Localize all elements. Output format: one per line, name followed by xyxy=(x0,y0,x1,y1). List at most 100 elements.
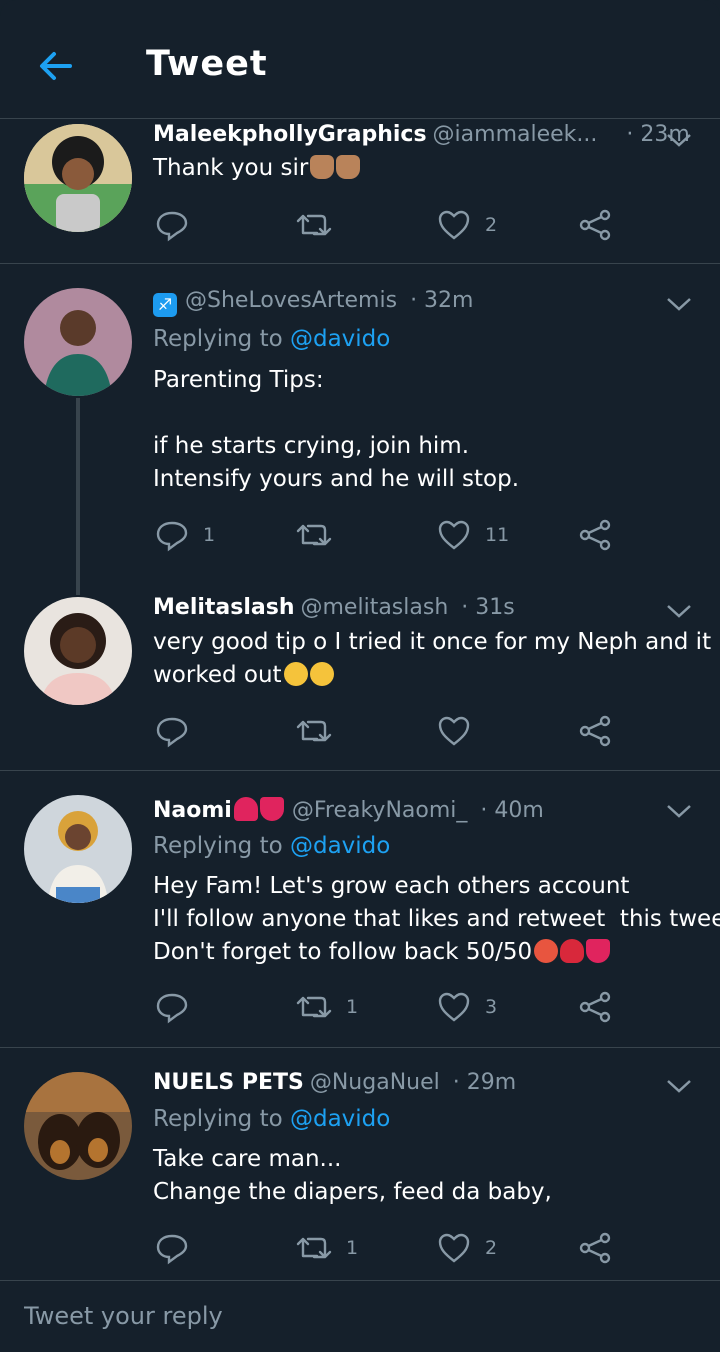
tweet-actions: 1 11 xyxy=(0,515,720,555)
like-button[interactable]: 11 xyxy=(437,515,509,555)
tweet-item[interactable]: NUELS PETS @NugaNuel · 29m Replying to @d… xyxy=(0,1048,720,1279)
reply-button[interactable] xyxy=(155,205,203,245)
grinning-sweat-emoji xyxy=(309,662,334,686)
avatar[interactable] xyxy=(24,795,132,903)
retweet-button[interactable] xyxy=(296,515,346,555)
retweet-icon xyxy=(296,996,332,1018)
author-name[interactable]: NUELS PETS xyxy=(153,1070,304,1095)
tweet-text: Thank you sir xyxy=(153,152,361,185)
tweet-meta: NUELS PETS @NugaNuel · 29m xyxy=(153,1070,516,1095)
avatar[interactable] xyxy=(24,1072,132,1180)
caret-down-icon[interactable] xyxy=(664,601,694,621)
reply-button[interactable]: 1 xyxy=(155,515,215,555)
author-handle[interactable]: @SheLovesArtemis xyxy=(185,288,397,313)
caret-down-icon[interactable] xyxy=(664,294,694,314)
author-handle[interactable]: @NugaNuel xyxy=(310,1070,440,1095)
like-count: 2 xyxy=(485,214,498,236)
share-icon xyxy=(579,519,611,551)
share-icon xyxy=(579,1232,611,1264)
tweet-item[interactable]: ♐ @SheLovesArtemis · 32m Replying to @dav… xyxy=(0,264,720,595)
tweet-text: Take care man... Change the diapers, fee… xyxy=(153,1146,552,1205)
author-handle[interactable]: @FreakyNaomi_ xyxy=(292,798,468,823)
reply-input[interactable] xyxy=(22,1293,686,1339)
tweet-text: Parenting Tips: if he starts crying, joi… xyxy=(153,367,520,492)
tweet-time: · 29m xyxy=(452,1070,517,1095)
reply-button[interactable] xyxy=(155,987,203,1027)
replying-to: Replying to @davido xyxy=(153,833,391,859)
sagittarius-icon: ♐ xyxy=(153,293,177,317)
tweet-meta: ♐ @SheLovesArtemis · 32m xyxy=(153,288,473,317)
like-icon xyxy=(438,992,470,1022)
like-icon xyxy=(438,716,470,746)
tweet-item[interactable]: Melitaslash @melitaslash · 31s very good … xyxy=(0,579,720,770)
retweet-count: 1 xyxy=(346,1237,359,1259)
reply-icon xyxy=(156,521,188,552)
mention-link[interactable]: @davido xyxy=(290,326,390,352)
reply-icon xyxy=(156,1234,188,1265)
two-hearts-emoji xyxy=(233,797,258,821)
mention-link[interactable]: @davido xyxy=(290,1106,390,1132)
tweet-actions: 1 2 xyxy=(0,1228,720,1268)
like-count: 3 xyxy=(485,996,498,1018)
app-header: Tweet xyxy=(0,0,720,119)
tweet-time: · 31s xyxy=(461,595,515,620)
caret-down-icon[interactable] xyxy=(664,1076,694,1096)
share-button[interactable] xyxy=(578,711,612,751)
tweet-actions xyxy=(0,711,720,751)
tweet-item[interactable]: Naomi @FreakyNaomi_ · 40m Replying to @da… xyxy=(0,771,720,1047)
like-button[interactable]: 3 xyxy=(437,987,497,1027)
like-icon xyxy=(438,210,470,240)
avatar[interactable] xyxy=(24,597,132,705)
folded-hands-emoji xyxy=(336,155,361,179)
like-count: 2 xyxy=(485,1237,498,1259)
like-button[interactable]: 2 xyxy=(437,205,497,245)
tweet-time: · 32m xyxy=(410,288,474,313)
retweet-icon xyxy=(296,1237,332,1259)
caret-down-icon[interactable] xyxy=(664,130,694,150)
author-name[interactable]: Melitaslash xyxy=(153,595,295,620)
reply-button[interactable] xyxy=(155,1228,203,1268)
retweet-button[interactable] xyxy=(296,205,346,245)
like-button[interactable]: 2 xyxy=(437,1228,497,1268)
share-button[interactable] xyxy=(578,1228,612,1268)
author-handle[interactable]: @iammaleek... xyxy=(433,122,598,147)
thread-line xyxy=(76,398,80,595)
author-name[interactable]: Naomi xyxy=(153,798,232,823)
replying-to: Replying to @davido xyxy=(153,1106,391,1132)
share-button[interactable] xyxy=(578,515,612,555)
share-button[interactable] xyxy=(578,987,612,1027)
kiss-mark-emoji xyxy=(560,939,585,963)
tweet-meta: Melitaslash @melitaslash · 31s xyxy=(153,595,515,620)
author-name[interactable]: MaleekphollyGraphics xyxy=(153,122,427,147)
share-button[interactable] xyxy=(578,205,612,245)
retweet-icon xyxy=(296,524,332,546)
tweet-meta: Naomi @FreakyNaomi_ · 40m xyxy=(153,797,544,823)
tweet-item[interactable]: MaleekphollyGraphics @iammaleek... · 23m … xyxy=(0,118,720,263)
tongue-emoji xyxy=(259,797,284,821)
back-arrow-icon[interactable] xyxy=(36,46,76,86)
retweet-count: 1 xyxy=(346,996,359,1018)
tongue-emoji xyxy=(586,939,611,963)
share-icon xyxy=(579,715,611,747)
share-icon xyxy=(579,991,611,1023)
retweet-icon xyxy=(296,720,332,742)
like-button[interactable] xyxy=(437,711,485,751)
tweet-meta: MaleekphollyGraphics @iammaleek... · 23m xyxy=(153,122,690,147)
retweet-button[interactable]: 1 xyxy=(296,1228,358,1268)
mention-link[interactable]: @davido xyxy=(290,833,390,859)
reply-button[interactable] xyxy=(155,711,203,751)
folded-hands-emoji xyxy=(310,155,335,179)
avatar[interactable] xyxy=(24,288,132,396)
share-icon xyxy=(579,209,611,241)
caret-down-icon[interactable] xyxy=(664,801,694,821)
author-handle[interactable]: @melitaslash xyxy=(301,595,449,620)
retweet-button[interactable]: 1 xyxy=(296,987,358,1027)
retweet-button[interactable] xyxy=(296,711,346,751)
reply-icon xyxy=(156,993,188,1024)
replying-to: Replying to @davido xyxy=(153,326,391,352)
hot-face-emoji xyxy=(534,939,559,963)
tweet-actions: 2 xyxy=(0,205,720,245)
reply-icon xyxy=(156,211,188,242)
tweet-text: very good tip o I tried it once for my N… xyxy=(153,629,712,688)
page-title: Tweet xyxy=(146,44,268,84)
